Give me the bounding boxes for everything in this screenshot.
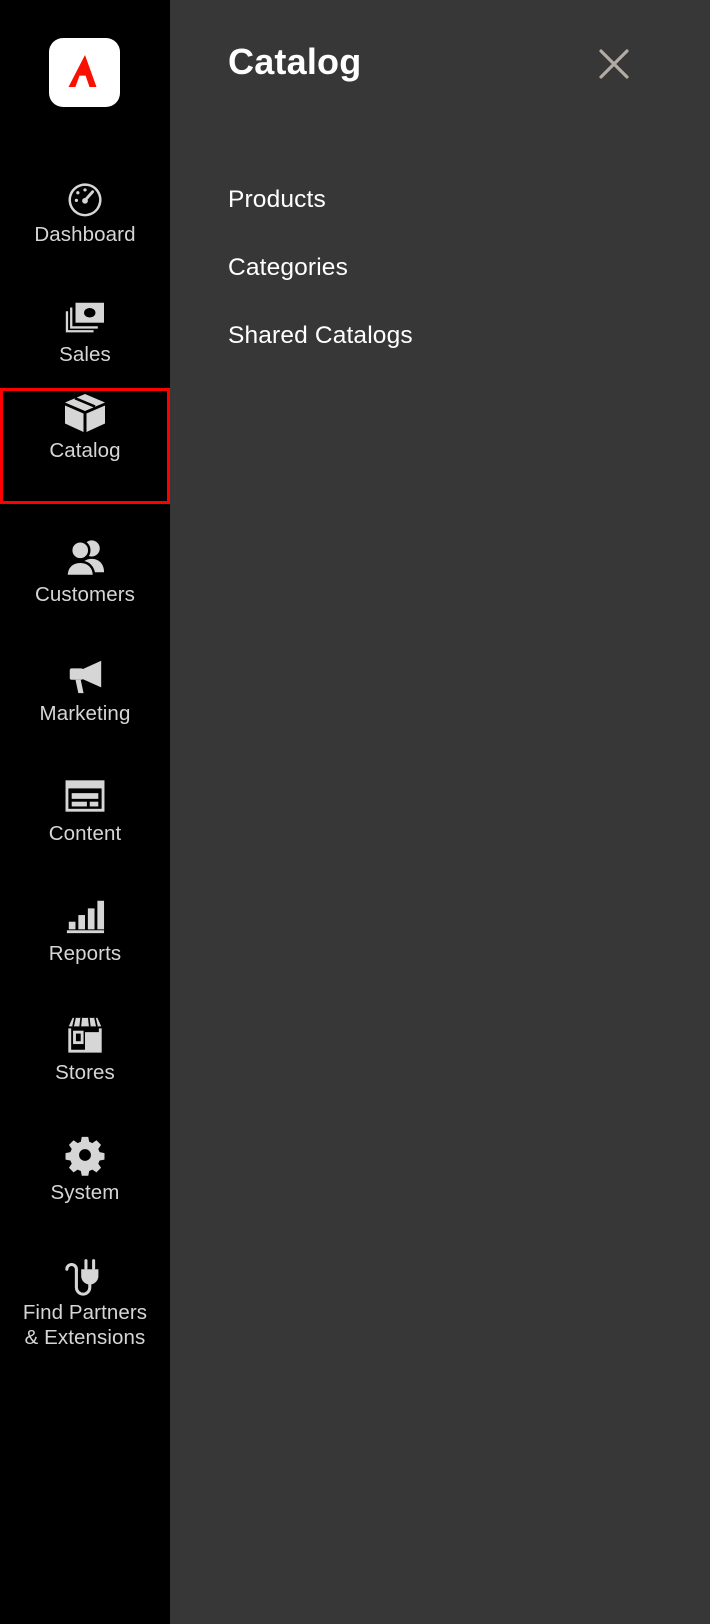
sidebar-item-dashboard[interactable]: Dashboard (0, 175, 170, 253)
sidebar-item-content[interactable]: Content (0, 774, 170, 852)
sidebar-item-label: Stores (55, 1061, 115, 1084)
sidebar-item-find-partners-extensions[interactable]: Find Partners & Extensions (0, 1253, 170, 1363)
menu-item-categories[interactable]: Categories (228, 253, 648, 321)
store-icon (62, 1013, 108, 1057)
megaphone-icon (63, 654, 107, 698)
sidebar-item-label: Catalog (49, 439, 121, 462)
sidebar-item-stores[interactable]: Stores (0, 1013, 170, 1091)
sidebar-item-label: Reports (48, 942, 122, 965)
menu-item-products[interactable]: Products (228, 185, 648, 253)
plug-icon (62, 1253, 108, 1297)
sidebar-item-label: Dashboard (34, 223, 136, 246)
sidebar-item-label: Content (48, 822, 122, 845)
catalog-flyout-panel: Catalog Products Categories Shared Catalog… (170, 0, 710, 1624)
close-icon[interactable] (592, 42, 636, 86)
layout-icon (63, 774, 107, 818)
bar-chart-icon (63, 894, 107, 938)
box-icon (61, 391, 109, 435)
menu-item-shared-catalogs[interactable]: Shared Catalogs (228, 321, 648, 389)
catalog-submenu-list: Products Categories Shared Catalogs (228, 185, 648, 389)
admin-navigation-screen: Dashboard Sales Catalog Customers Marketing C… (0, 0, 710, 1624)
sidebar-item-reports[interactable]: Reports (0, 894, 170, 972)
gear-icon (64, 1133, 106, 1177)
sidebar-item-system[interactable]: System (0, 1133, 170, 1211)
users-icon (62, 535, 108, 579)
primary-sidebar: Dashboard Sales Catalog Customers Marketing C… (0, 0, 170, 1624)
money-icon (62, 295, 108, 339)
sidebar-item-marketing[interactable]: Marketing (0, 654, 170, 732)
page-title: Catalog (228, 41, 362, 82)
gauge-icon (64, 175, 106, 219)
sidebar-item-label: Marketing (39, 702, 131, 725)
sidebar-item-label: System (50, 1181, 120, 1204)
adobe-logo-icon[interactable] (49, 38, 120, 107)
sidebar-item-label: Sales (59, 343, 111, 366)
sidebar-item-catalog[interactable]: Catalog (0, 388, 170, 504)
sidebar-item-sales[interactable]: Sales (0, 295, 170, 373)
sidebar-item-customers[interactable]: Customers (0, 535, 170, 613)
sidebar-item-label: Customers (34, 583, 135, 606)
sidebar-item-label: Find Partners & Extensions (22, 1301, 148, 1349)
